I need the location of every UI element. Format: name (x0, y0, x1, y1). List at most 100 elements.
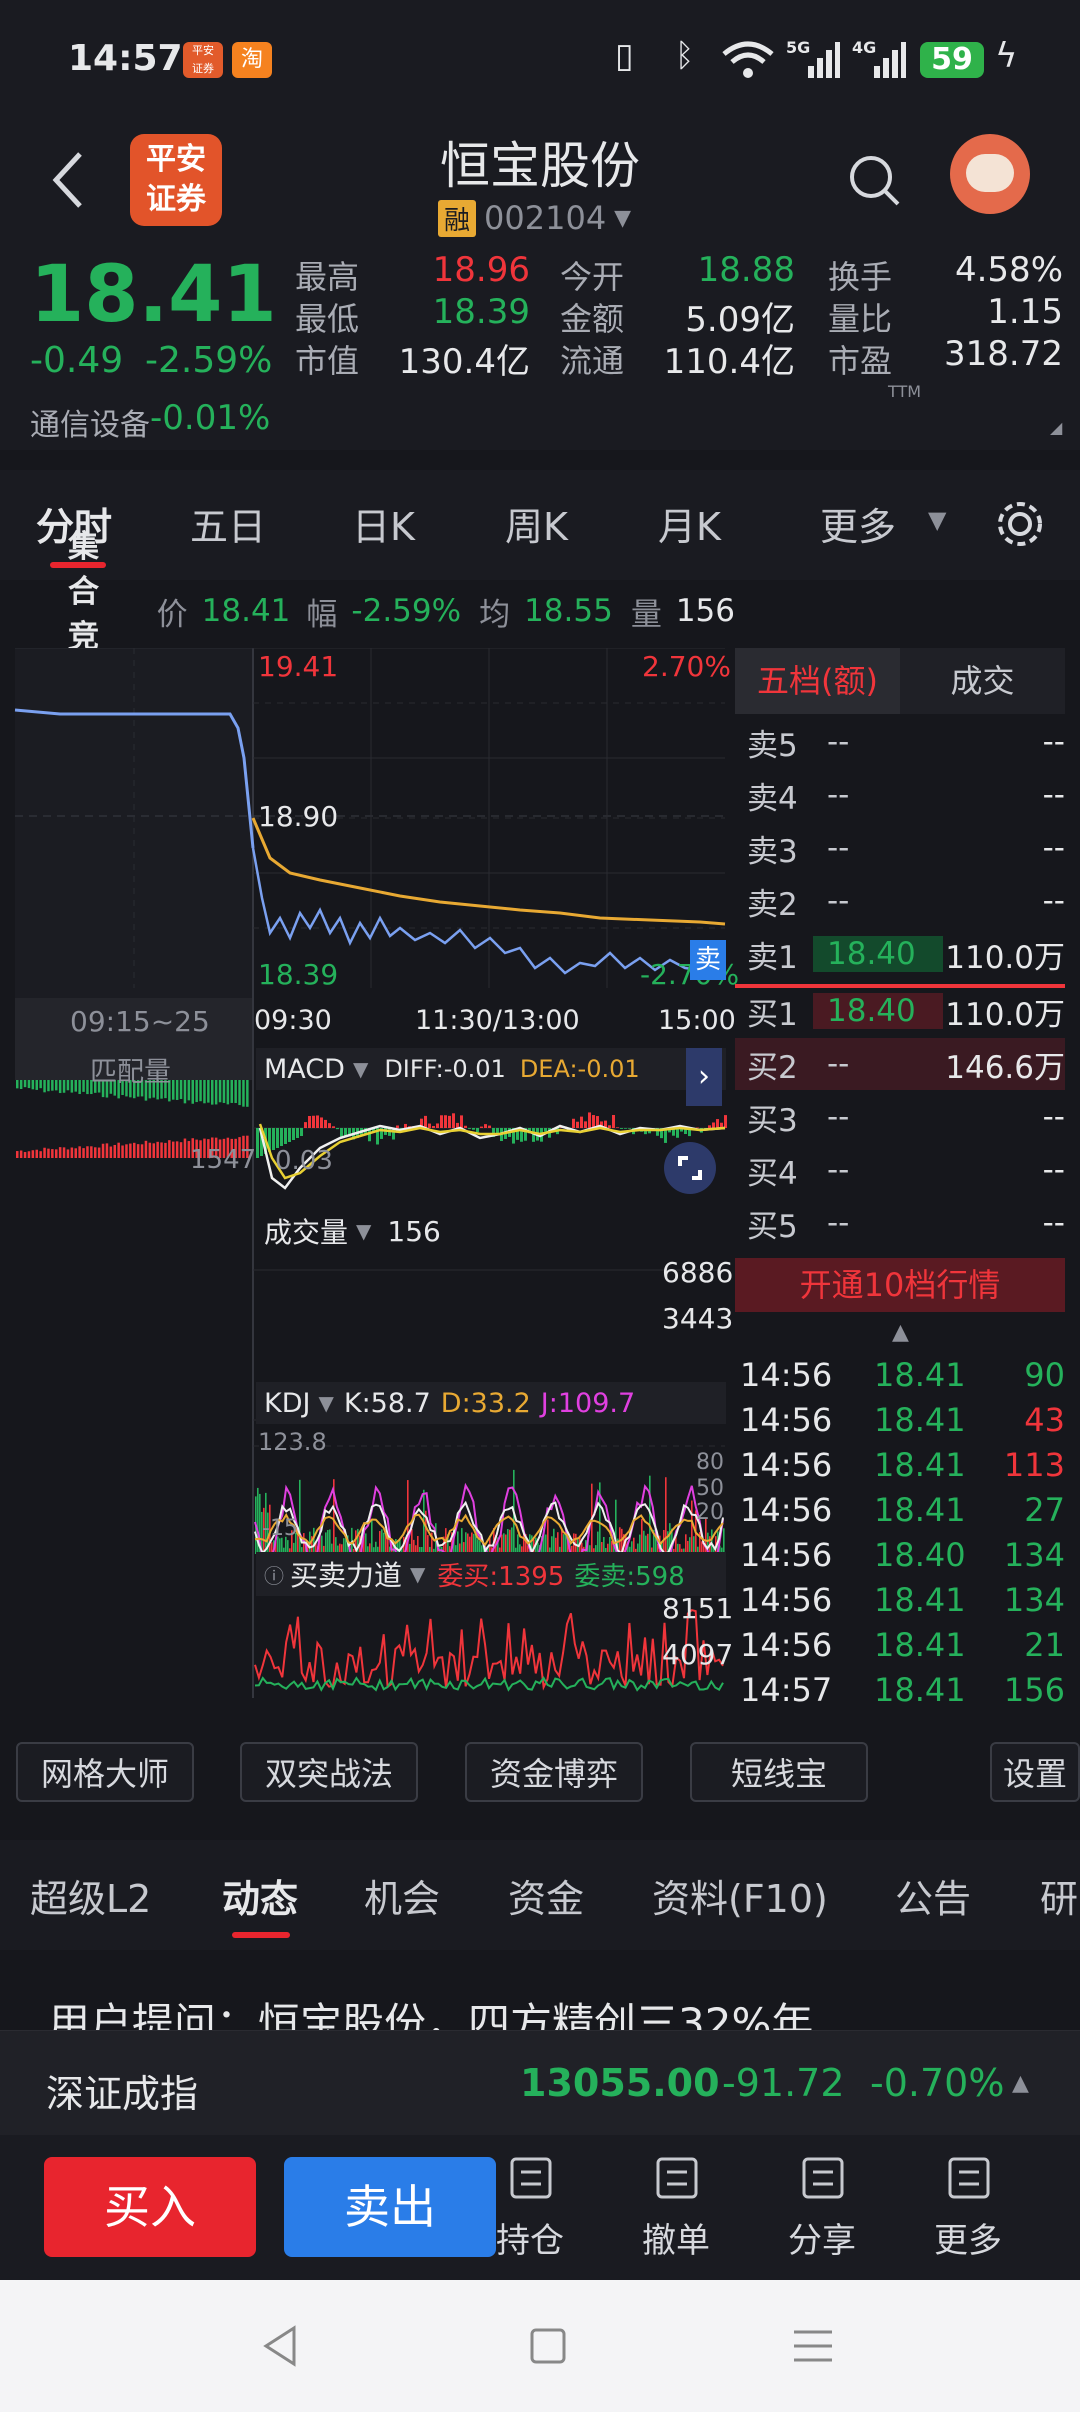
index-pct: -0.70% (870, 2061, 1005, 2105)
orderbook-row[interactable]: 买3 -- -- (735, 1091, 1065, 1143)
macd-bar (256, 1128, 259, 1158)
orderbook-row[interactable]: 卖3 -- -- (735, 822, 1065, 874)
index-expand-icon[interactable]: ▲ (1012, 2071, 1029, 2096)
volume-bar (471, 1532, 473, 1554)
macd-bar (432, 1125, 435, 1128)
macd-bar (320, 1117, 323, 1128)
volume-bar (503, 1533, 505, 1554)
orderbook-label: 卖2 (747, 886, 798, 923)
action-more[interactable]: 更多 (928, 2155, 1008, 2265)
action-position[interactable]: 持仓 (490, 2155, 570, 2265)
orderbook-label: 买4 (747, 1155, 798, 1192)
nav-home-icon[interactable] (528, 2326, 568, 2366)
sell-button[interactable]: 卖出 (284, 2157, 496, 2257)
search-icon[interactable] (846, 152, 904, 210)
trade-tick-row: 14:56 18.41 90 (740, 1356, 1065, 1401)
auction-bar (58, 1147, 62, 1158)
vol-label: 量 (630, 596, 662, 633)
sector-name[interactable]: 通信设备 (30, 400, 150, 444)
volume-dropdown-icon[interactable]: ▼ (356, 1219, 371, 1243)
orderbook-volume: -- (1042, 1152, 1065, 1188)
macd-bar (712, 1122, 715, 1128)
news-peek[interactable]: 用户提问：恒宝股份，四方精创三32%年 (48, 1990, 1048, 2030)
more-dropdown-icon[interactable]: ▼ (928, 506, 946, 534)
tool-chip-0[interactable]: 网格大师 (16, 1742, 194, 1802)
orderbook-row[interactable]: 买1 18.40 110.0万 (735, 985, 1065, 1037)
gear-icon[interactable] (994, 498, 1046, 550)
tool-chip-4[interactable]: 设置 (990, 1742, 1080, 1802)
action-share[interactable]: 分享 (782, 2155, 862, 2265)
scroll-up-icon[interactable]: ▲ (892, 1320, 909, 1345)
orderbook-row[interactable]: 卖4 -- -- (735, 769, 1065, 821)
kdj-dropdown-icon[interactable]: ▼ (318, 1391, 333, 1415)
macd-bar (468, 1128, 471, 1129)
avatar[interactable] (950, 134, 1030, 214)
tab-1[interactable]: 五日 (190, 496, 266, 551)
macd-bar (576, 1121, 579, 1128)
auction-bar (78, 1080, 81, 1095)
auction-bar (70, 1147, 74, 1158)
auction-bar (109, 1146, 113, 1158)
auction-bar (187, 1080, 191, 1101)
auction-bar (242, 1080, 245, 1107)
orderbook-row[interactable]: 买5 -- -- (735, 1197, 1065, 1249)
tab-2[interactable]: 日K (352, 496, 415, 551)
orderbook-label: 卖4 (747, 780, 798, 817)
nav-menu-icon[interactable] (792, 2326, 834, 2366)
orderbook-volume: -- (1042, 724, 1065, 760)
orderbook-row[interactable]: 卖2 -- -- (735, 875, 1065, 927)
auction-bar (82, 1148, 85, 1158)
auction-bar (140, 1144, 144, 1158)
tab-3[interactable]: 周K (505, 496, 568, 551)
macd-bar (588, 1112, 591, 1128)
upgrade-10-level-button[interactable]: 开通10档行情 (735, 1258, 1065, 1312)
auction-bar (78, 1146, 81, 1158)
auction-bar (31, 1080, 35, 1090)
content-tab-6[interactable]: 研 (1040, 1868, 1078, 1923)
stock-code-selector[interactable]: 融 002104 ▼ (438, 198, 631, 238)
tab-trades[interactable]: 成交 (900, 648, 1065, 714)
volume-header[interactable]: 成交量 ▼ 156 (256, 1210, 726, 1252)
orderbook-row[interactable]: 买4 -- -- (735, 1144, 1065, 1196)
info-icon[interactable]: ⓘ (264, 1560, 284, 1589)
price-label: 价 (156, 596, 188, 633)
orderbook-row[interactable]: 买2 -- 146.6万 (735, 1038, 1065, 1090)
tool-chip-3[interactable]: 短线宝 (690, 1742, 868, 1802)
content-tab-1[interactable]: 动态 (222, 1868, 298, 1923)
content-tab-2[interactable]: 机会 (364, 1868, 440, 1923)
expand-icon[interactable] (664, 1142, 716, 1194)
tool-chip-1[interactable]: 双突战法 (240, 1742, 418, 1802)
x-label-0: 09:30 (254, 1005, 332, 1036)
kdj-header[interactable]: KDJ ▼ K:58.7 D:33.2 J:109.7 (256, 1382, 726, 1424)
orderbook-row[interactable]: 卖5 -- -- (735, 716, 1065, 768)
orderbook-row[interactable]: 卖1 18.40 110.0万 (735, 928, 1065, 980)
auction-bar (74, 1080, 77, 1092)
buy-button[interactable]: 买入 (44, 2157, 256, 2257)
kdj-label: KDJ (264, 1387, 311, 1419)
force-dropdown-icon[interactable]: ▼ (410, 1562, 425, 1586)
volume-bar (723, 1528, 725, 1554)
content-tab-3[interactable]: 资金 (508, 1868, 584, 1923)
action-cancel-order[interactable]: 撤单 (636, 2155, 716, 2265)
tab-5[interactable]: 更多 (820, 496, 896, 551)
tab-orderbook[interactable]: 五档(额) (735, 648, 900, 714)
volume-bar (511, 1527, 513, 1554)
content-tab-5[interactable]: 公告 (895, 1868, 971, 1923)
tool-chip-2[interactable]: 资金博弈 (465, 1742, 643, 1802)
content-tab-4[interactable]: 资料(F10) (652, 1868, 828, 1923)
macd-header[interactable]: MACD ▼ DIFF:-0.01 DEA:-0.01 (256, 1048, 726, 1090)
content-tab-0[interactable]: 超级L2 (30, 1868, 151, 1923)
macd-bar (324, 1119, 327, 1128)
tab-4[interactable]: 月K (658, 496, 721, 551)
auction-bar (27, 1151, 31, 1158)
orderbook-price: 18.40 (813, 993, 943, 1029)
chevron-right-icon[interactable]: › (686, 1048, 722, 1106)
index-bar[interactable]: 深证成指 13055.00 -91.72 -0.70% ▲ (0, 2030, 1080, 2135)
force-header[interactable]: ⓘ 买卖力道 ▼ 委买:1395 委卖:598 (256, 1552, 726, 1596)
chart-area: 集合竞价 价 18.41 幅 -2.59% 均 18.55 量 156 (0, 529, 1080, 1720)
macd-dropdown-icon[interactable]: ▼ (353, 1057, 368, 1081)
stock-header: 平安 证券 恒宝股份 融 002104 ▼ (0, 120, 1080, 250)
macd-bar (276, 1128, 279, 1148)
macd-bar (464, 1125, 467, 1128)
nav-back-icon[interactable] (262, 2324, 298, 2368)
